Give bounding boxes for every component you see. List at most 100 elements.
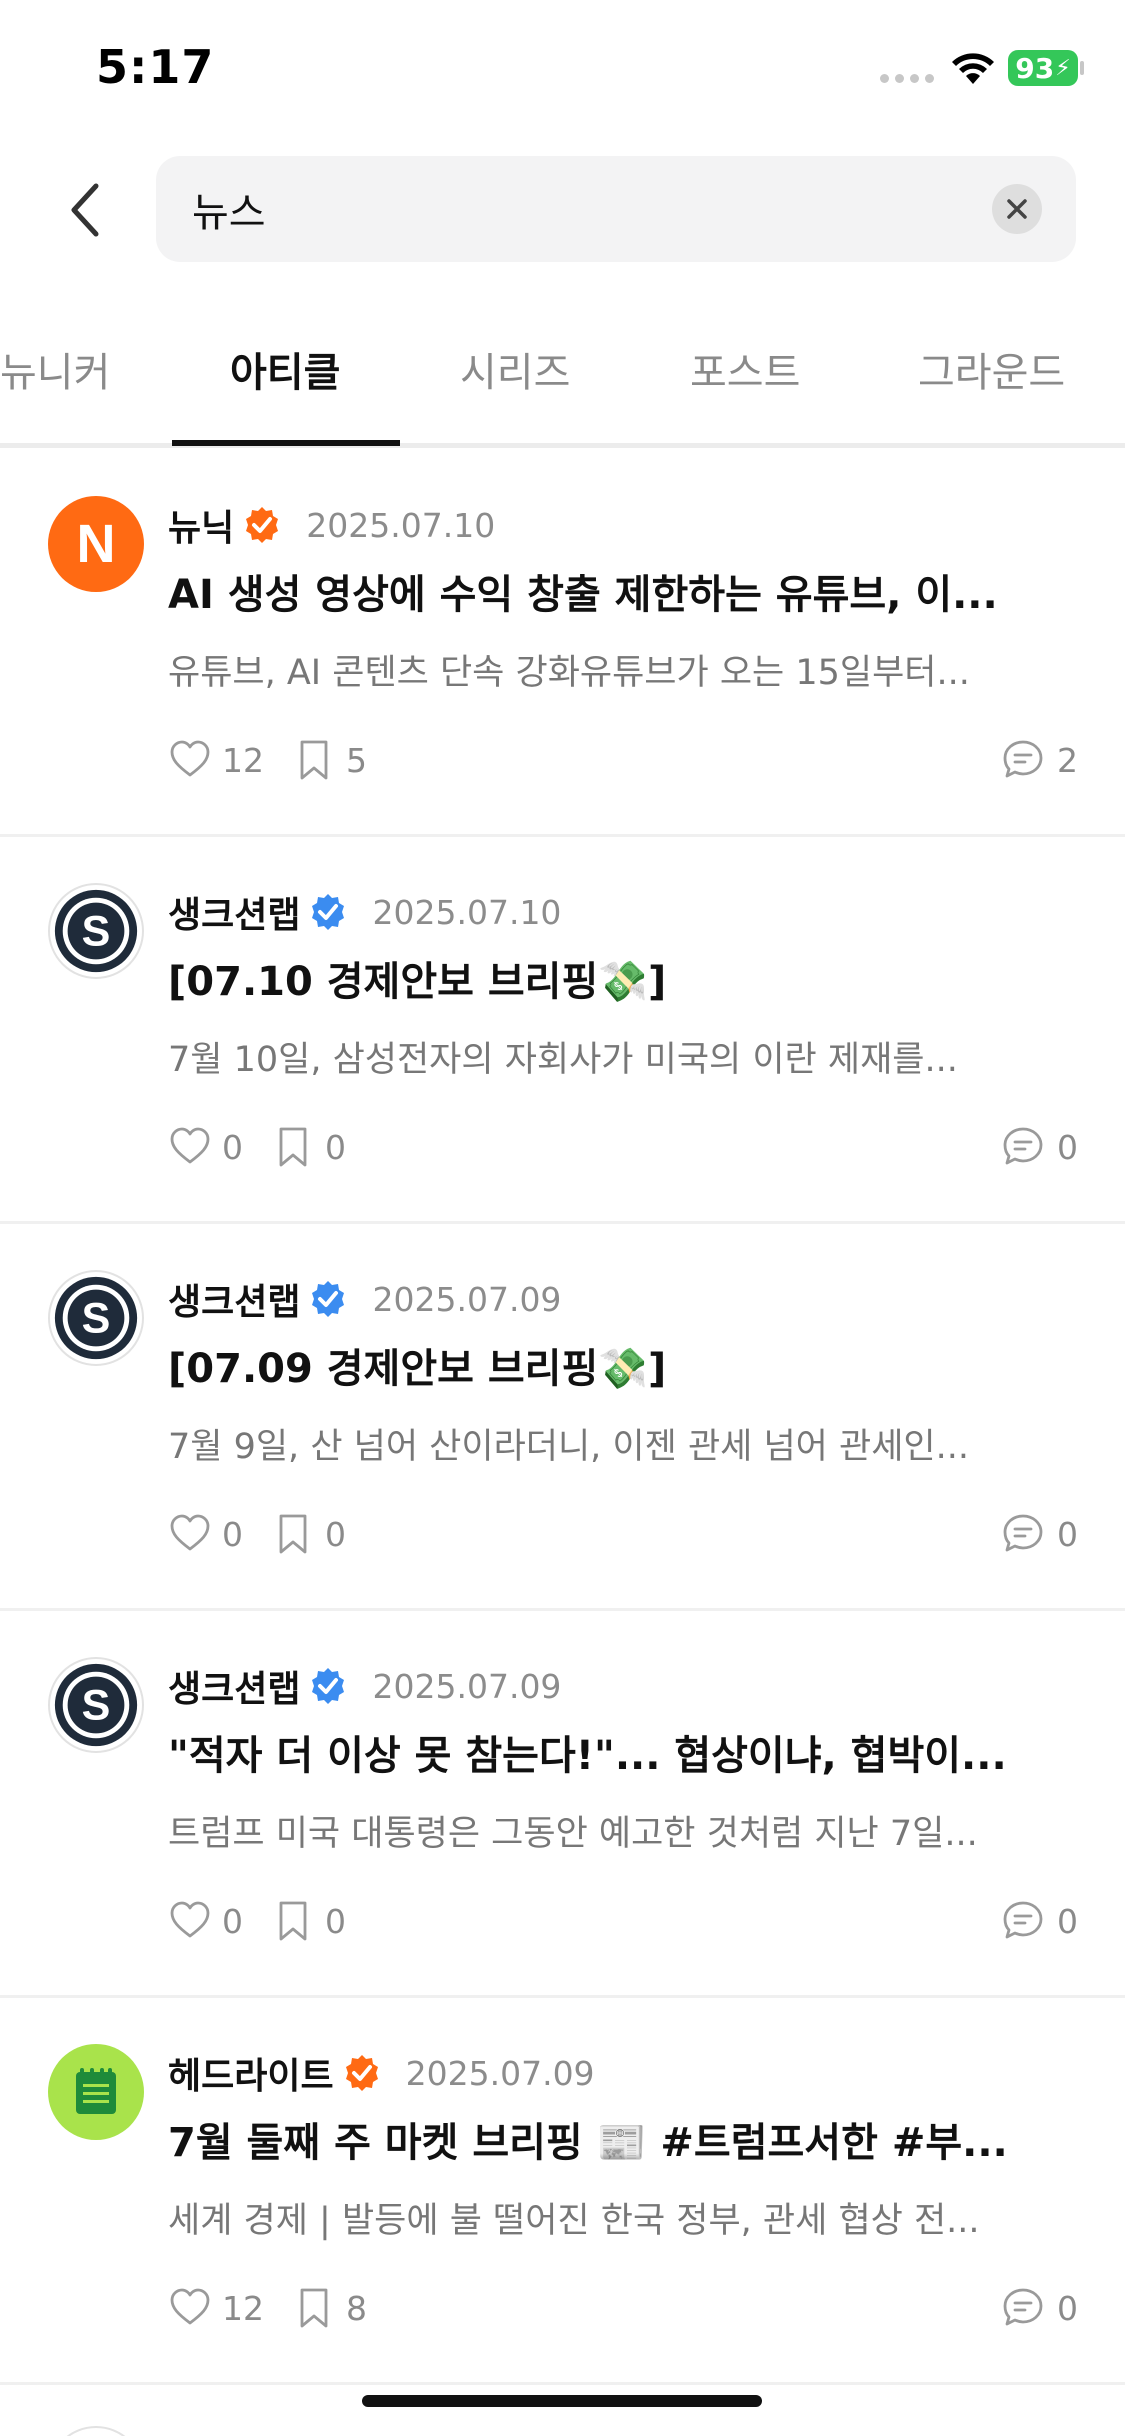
publish-date: 2025.07.10 <box>306 505 496 545</box>
author-name[interactable]: 생크션랩 <box>168 1273 300 1325</box>
verified-badge-icon <box>312 894 345 930</box>
comment-icon <box>1003 2288 1043 2326</box>
bookmark-count: 0 <box>325 1901 346 1941</box>
comment-button[interactable]: 2 <box>1001 735 1078 785</box>
comment-button[interactable]: 0 <box>1001 1509 1078 1559</box>
bookmark-button[interactable]: 0 <box>271 1512 346 1556</box>
comment-icon <box>1003 740 1043 778</box>
article-meta: 생크션랩 2025.07.09 <box>168 1274 561 1324</box>
back-button[interactable] <box>52 170 116 250</box>
like-count: 12 <box>222 740 264 780</box>
article-card[interactable]: S 생크션랩 2025.07.09 [07.09 경제안보 브리핑💸] 7월 9… <box>0 1224 1125 1611</box>
result-tabs: 뉴니커 아티클 시리즈 포스트 그라운드 <box>0 310 1125 448</box>
bookmark-button[interactable]: 8 <box>292 2286 367 2330</box>
article-excerpt: 트럼프 미국 대통령은 그동안 예고한 것처럼 지난 7일... <box>168 1814 978 1854</box>
publish-date: 2025.07.10 <box>372 892 562 932</box>
comment-button[interactable]: 0 <box>1001 1896 1078 1946</box>
heart-icon <box>170 1127 210 1164</box>
search-bar <box>156 156 1076 262</box>
article-meta: 헤드라이트 2025.07.09 <box>168 2048 595 2098</box>
notepad-icon <box>76 2068 116 2114</box>
like-count: 0 <box>222 1901 243 1941</box>
publish-date: 2025.07.09 <box>405 2053 595 2093</box>
author-name[interactable]: 뉴닉 <box>168 499 234 551</box>
verified-badge-icon <box>246 507 279 543</box>
author-avatar[interactable]: N <box>48 496 144 592</box>
comment-count: 0 <box>1057 2288 1078 2328</box>
bookmark-icon <box>279 1901 307 1941</box>
like-button[interactable]: 0 <box>168 1899 243 1943</box>
article-card[interactable]: 헤드라이트 2025.07.09 7월 둘째 주 마켓 브리핑 📰 #트럼프서한… <box>0 1998 1125 2385</box>
tab-newnicker[interactable]: 뉴니커 <box>0 340 110 398</box>
article-title[interactable]: AI 생성 영상에 수익 창출 제한하는 유튜브, 이... <box>168 562 1068 620</box>
author-avatar[interactable]: S <box>48 1270 144 1366</box>
article-actions: 0 0 <box>168 1509 374 1559</box>
publish-date: 2025.07.09 <box>372 1666 562 1706</box>
article-card[interactable]: N 뉴닉 2025.07.10 AI 생성 영상에 수익 창출 제한하는 유튜브… <box>0 450 1125 837</box>
status-time: 5:17 <box>96 40 215 94</box>
author-avatar[interactable]: S <box>48 883 144 979</box>
bookmark-button[interactable]: 5 <box>292 738 367 782</box>
author-avatar[interactable] <box>48 2044 144 2140</box>
tab-ground[interactable]: 그라운드 <box>918 340 1065 398</box>
bookmark-count: 8 <box>346 2288 367 2328</box>
battery-level: 93 <box>1015 51 1055 85</box>
status-bar: 5:17 93 ⚡ <box>0 0 1125 140</box>
article-excerpt: 7월 10일, 삼성전자의 자회사가 미국의 이란 제재를... <box>168 1040 958 1080</box>
like-button[interactable]: 0 <box>168 1512 243 1556</box>
like-button[interactable]: 12 <box>168 738 264 782</box>
article-title[interactable]: "적자 더 이상 못 참는다!"... 협상이냐, 협박이... <box>168 1723 1068 1781</box>
tab-series[interactable]: 시리즈 <box>460 340 570 398</box>
tab-article[interactable]: 아티클 <box>230 340 340 398</box>
bookmark-count: 0 <box>325 1127 346 1167</box>
bookmark-icon <box>300 2288 328 2328</box>
bookmark-count: 5 <box>346 740 367 780</box>
home-indicator[interactable] <box>362 2395 762 2407</box>
verified-badge-icon <box>312 1281 345 1317</box>
article-actions: 12 8 <box>168 2283 395 2333</box>
verified-badge-icon <box>345 2055 378 2091</box>
search-input[interactable] <box>192 156 972 262</box>
cellular-signal-icon <box>880 74 934 83</box>
comment-count: 0 <box>1057 1127 1078 1167</box>
article-title[interactable]: [07.10 경제안보 브리핑💸] <box>168 949 1068 1007</box>
sanction-lab-logo-icon: S <box>54 1663 138 1747</box>
comment-count: 2 <box>1057 740 1078 780</box>
next-article-avatar <box>48 2426 144 2436</box>
bookmark-button[interactable]: 0 <box>271 1125 346 1169</box>
like-count: 0 <box>222 1127 243 1167</box>
article-title[interactable]: [07.09 경제안보 브리핑💸] <box>168 1336 1068 1394</box>
article-excerpt: 유튜브, AI 콘텐츠 단속 강화유튜브가 오는 15일부터... <box>168 653 970 693</box>
svg-text:S: S <box>82 908 111 956</box>
clear-search-button[interactable] <box>992 184 1042 234</box>
comment-button[interactable]: 0 <box>1001 1122 1078 1172</box>
article-actions: 0 0 <box>168 1122 374 1172</box>
article-meta: 생크션랩 2025.07.09 <box>168 1661 561 1711</box>
like-button[interactable]: 0 <box>168 1125 243 1169</box>
active-tab-indicator <box>172 440 400 446</box>
article-excerpt: 7월 9일, 산 넘어 산이라더니, 이젠 관세 넘어 관세인... <box>168 1427 969 1467</box>
wifi-icon <box>952 53 994 84</box>
sanction-lab-logo-icon: S <box>54 889 138 973</box>
article-title[interactable]: 7월 둘째 주 마켓 브리핑 📰 #트럼프서한 #부... <box>168 2110 1068 2168</box>
svg-text:S: S <box>82 1295 111 1343</box>
search-results-screen: 5:17 93⚡ 뉴니커 아티클 시리즈 포스트 그라운드 <box>0 0 1125 2436</box>
article-card[interactable]: S 생크션랩 2025.07.10 [07.10 경제안보 브리핑💸] 7월 1… <box>0 837 1125 1224</box>
bookmark-icon <box>300 740 328 780</box>
author-avatar[interactable]: S <box>48 1657 144 1753</box>
comment-icon <box>1003 1127 1043 1165</box>
tab-post[interactable]: 포스트 <box>690 340 800 398</box>
comment-button[interactable]: 0 <box>1001 2283 1078 2333</box>
comment-count: 0 <box>1057 1514 1078 1554</box>
svg-text:S: S <box>82 1682 111 1730</box>
publish-date: 2025.07.09 <box>372 1279 562 1319</box>
author-name[interactable]: 생크션랩 <box>168 1660 300 1712</box>
chevron-left-icon <box>71 183 99 237</box>
author-name[interactable]: 헤드라이트 <box>168 2047 334 2099</box>
comment-icon <box>1003 1514 1043 1552</box>
like-button[interactable]: 12 <box>168 2286 264 2330</box>
article-card[interactable]: S 생크션랩 2025.07.09 "적자 더 이상 못 참는다!"... 협상… <box>0 1611 1125 1998</box>
bookmark-button[interactable]: 0 <box>271 1899 346 1943</box>
author-name[interactable]: 생크션랩 <box>168 886 300 938</box>
battery-cap <box>1080 61 1084 75</box>
